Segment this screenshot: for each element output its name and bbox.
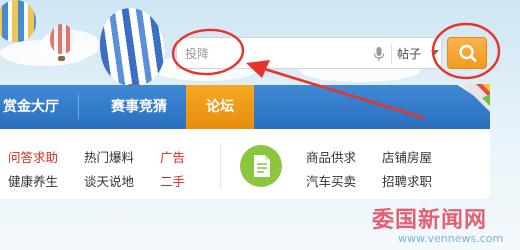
balloon-icon: [50, 24, 74, 54]
document-icon: [240, 145, 282, 187]
nav-tab-match-quiz[interactable]: 赛事竞猜: [84, 85, 194, 129]
corner-decoration: [456, 84, 490, 112]
nav-tab-bounty-hall[interactable]: 赏金大厅: [0, 85, 66, 129]
search-button[interactable]: [447, 37, 487, 69]
link-goods-supply[interactable]: 商品供求: [306, 147, 356, 166]
balloon-icon: [0, 0, 36, 42]
divider: [391, 44, 392, 64]
nav-tab-label: 论坛: [206, 99, 234, 115]
link-ads[interactable]: 广告: [160, 147, 185, 166]
link-health[interactable]: 健康养生: [8, 171, 58, 190]
nav-tab-label: 赏金大厅: [3, 99, 59, 115]
search-box: 帖子: [176, 37, 442, 69]
balloon-basket: [58, 56, 65, 61]
caret-down-icon[interactable]: [431, 50, 439, 55]
link-second-hand[interactable]: 二手: [160, 171, 185, 190]
watermark-url: www.vennews.com: [398, 232, 504, 245]
divider: [78, 95, 79, 119]
divider: [220, 143, 221, 189]
magnifier-icon: [459, 44, 477, 62]
search-scope-select[interactable]: 帖子: [397, 45, 421, 62]
nav-tab-forum[interactable]: 论坛: [186, 85, 254, 129]
link-jobs[interactable]: 招聘求职: [382, 171, 432, 190]
quick-links-panel: 问答求助 热门爆料 广告 健康养生 谈天说地 二手 商品供求 店铺房屋 汽车买卖…: [0, 129, 490, 199]
balloon-icon: [94, 3, 170, 91]
nav-tab-label: 赛事竞猜: [111, 99, 167, 115]
main-nav: 赏金大厅 赛事竞猜 论坛: [0, 85, 490, 129]
link-qa-help[interactable]: 问答求助: [8, 147, 58, 166]
link-chat[interactable]: 谈天说地: [84, 171, 134, 190]
watermark-logo: 委国新闻网: [372, 207, 488, 233]
link-shop-housing[interactable]: 店铺房屋: [382, 147, 432, 166]
link-hot-news[interactable]: 热门爆料: [84, 147, 134, 166]
search-input[interactable]: [185, 44, 355, 64]
search-scope-value: 帖子: [397, 47, 422, 61]
microphone-icon[interactable]: [373, 46, 385, 62]
link-car-trade[interactable]: 汽车买卖: [306, 171, 356, 190]
